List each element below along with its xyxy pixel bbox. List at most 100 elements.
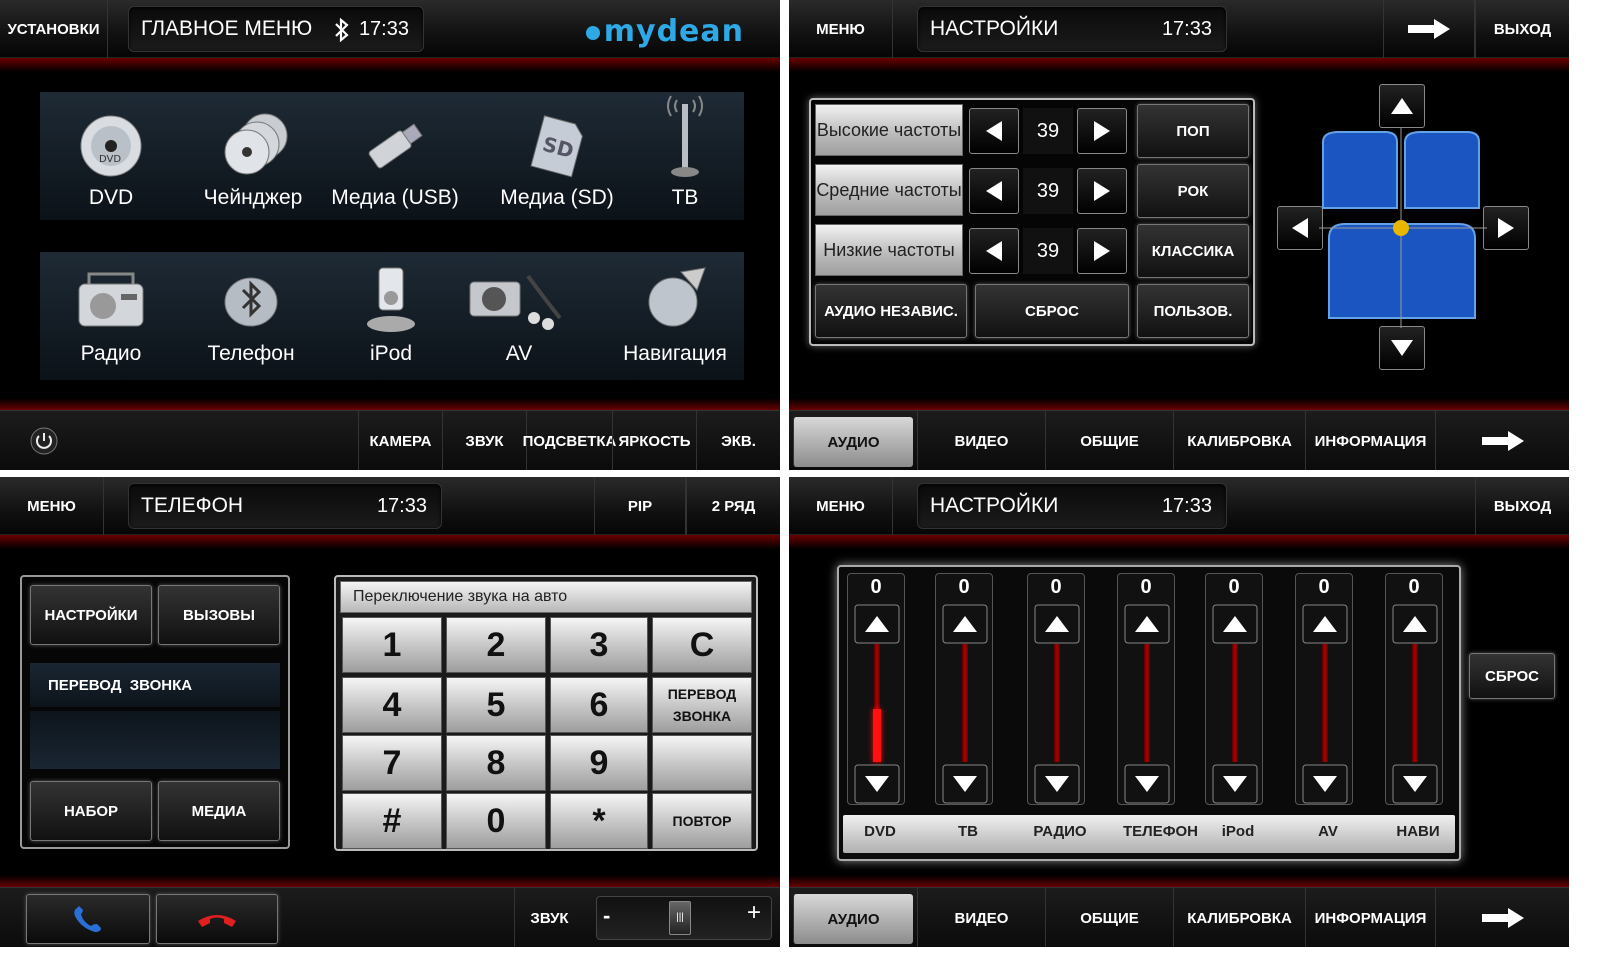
tab-general[interactable]: ОБЩИЕ	[1045, 888, 1173, 947]
tab-calibration[interactable]: КАЛИБРОВКА	[1173, 888, 1305, 947]
tab-information[interactable]: ИНФОРМАЦИЯ	[1305, 411, 1435, 470]
keypad-key[interactable]: #	[342, 793, 442, 849]
preset-user-button[interactable]: ПОЛЬЗОВ.	[1137, 284, 1249, 338]
bass-decrease-button[interactable]	[969, 228, 1019, 274]
keypad-key[interactable]: 8	[446, 735, 546, 791]
tab-video[interactable]: ВИДЕО	[917, 411, 1045, 470]
keypad-key[interactable]: ПЕРЕВОД ЗВОНКА	[652, 677, 752, 733]
exit-button[interactable]: ВЫХОД	[1475, 477, 1569, 535]
menu-item-changer[interactable]: Чейнджер	[188, 96, 318, 236]
treble-decrease-button[interactable]	[969, 108, 1019, 154]
balance-right-button[interactable]	[1483, 206, 1529, 250]
exit-button[interactable]: ВЫХОД	[1475, 0, 1569, 58]
preset-pop-button[interactable]: ПОП	[1137, 104, 1249, 158]
channel-down-button[interactable]	[942, 764, 988, 804]
next-page-button[interactable]	[1383, 0, 1475, 58]
channel-up-button[interactable]	[942, 604, 988, 644]
keypad-key[interactable]: 7	[342, 735, 442, 791]
fader-down-button[interactable]	[1379, 326, 1425, 370]
mid-increase-button[interactable]	[1077, 168, 1127, 214]
power-button[interactable]	[0, 411, 88, 470]
menu-button[interactable]: МЕНЮ	[0, 477, 104, 535]
channel-up-button[interactable]	[1034, 604, 1080, 644]
brightness-button[interactable]: ЯРКОСТЬ	[612, 411, 696, 470]
balance-left-button[interactable]	[1277, 206, 1323, 250]
treble-increase-button[interactable]	[1077, 108, 1127, 154]
list-item-call-transfer[interactable]: ПЕРЕВОД ЗВОНКА	[30, 663, 280, 707]
volume-slider[interactable]: - ||| +	[596, 896, 772, 940]
media-button[interactable]: МЕДИА	[158, 781, 280, 841]
bottom-bar: ЗВУК - ||| +	[0, 887, 780, 947]
equalizer-button[interactable]: ЭКВ.	[696, 411, 780, 470]
keypad-key[interactable]: ПОВТОР	[652, 793, 752, 849]
channel-up-button[interactable]	[1212, 604, 1258, 644]
keypad-key[interactable]	[652, 735, 752, 791]
channel-up-button[interactable]	[854, 604, 900, 644]
call-button[interactable]	[26, 894, 150, 944]
keypad-key[interactable]: 5	[446, 677, 546, 733]
reset-button[interactable]: СБРОС	[975, 284, 1129, 338]
keypad-key[interactable]: *	[550, 793, 648, 849]
channel-up-button[interactable]	[1124, 604, 1170, 644]
preset-rock-button[interactable]: РОК	[1137, 164, 1249, 218]
volume-plus[interactable]: +	[747, 899, 761, 927]
keypad-key[interactable]: 1	[342, 617, 442, 673]
menu-item-tv[interactable]: ТВ	[620, 76, 750, 216]
channel-up-button[interactable]	[1392, 604, 1438, 644]
tab-general[interactable]: ОБЩИЕ	[1045, 411, 1173, 470]
tab-audio[interactable]: АУДИО	[793, 417, 913, 467]
keypad-key[interactable]: 4	[342, 677, 442, 733]
tab-video[interactable]: ВИДЕО	[917, 888, 1045, 947]
menu-item-dvd[interactable]: DVD DVD	[46, 96, 176, 236]
channel-up-button[interactable]	[1302, 604, 1348, 644]
keypad-key[interactable]: C	[652, 617, 752, 673]
menu-item-usb[interactable]: Медиа (USB)	[330, 96, 460, 236]
volume-thumb[interactable]: |||	[669, 901, 691, 935]
tab-audio[interactable]: АУДИО	[793, 894, 913, 944]
keypad-key[interactable]: 3	[550, 617, 648, 673]
balance-point[interactable]	[1393, 220, 1409, 236]
second-row-button[interactable]: 2 РЯД	[686, 477, 780, 535]
backlight-button[interactable]: ПОДСВЕТКА	[523, 411, 616, 470]
keypad-key[interactable]: 2	[446, 617, 546, 673]
audio-independent-button[interactable]: АУДИО НЕЗАВИС.	[815, 284, 967, 338]
dial-button[interactable]: НАБОР	[30, 781, 152, 841]
radio-icon	[78, 272, 144, 327]
keypad-key[interactable]: 9	[550, 735, 648, 791]
sound-button[interactable]: ЗВУК	[514, 888, 584, 947]
fader-up-button[interactable]	[1379, 84, 1425, 128]
channel-down-button[interactable]	[1212, 764, 1258, 804]
tab-information[interactable]: ИНФОРМАЦИЯ	[1305, 888, 1435, 947]
bass-increase-button[interactable]	[1077, 228, 1127, 274]
channel-down-button[interactable]	[1392, 764, 1438, 804]
menu-item-phone[interactable]: Телефон	[186, 252, 316, 392]
channel-down-button[interactable]	[1034, 764, 1080, 804]
next-tab-button[interactable]	[1435, 411, 1569, 470]
calls-button[interactable]: ВЫЗОВЫ	[158, 585, 280, 645]
phone-settings-button[interactable]: НАСТРОЙКИ	[30, 585, 152, 645]
next-tab-button[interactable]	[1435, 888, 1569, 947]
hangup-button[interactable]	[156, 894, 278, 944]
menu-button[interactable]: МЕНЮ	[789, 0, 893, 58]
mid-decrease-button[interactable]	[969, 168, 1019, 214]
keypad-key[interactable]: 0	[446, 793, 546, 849]
sound-button[interactable]: ЗВУК	[442, 411, 526, 470]
camera-button[interactable]: КАМЕРА	[358, 411, 442, 470]
reset-button[interactable]: СБРОС	[1469, 653, 1555, 699]
channel-down-button[interactable]	[1302, 764, 1348, 804]
menu-item-navigation[interactable]: Навигация	[610, 252, 740, 392]
pip-button[interactable]: PIP	[594, 477, 686, 535]
menu-item-ipod[interactable]: iPod	[326, 252, 456, 392]
menu-item-radio[interactable]: Радио	[46, 252, 176, 392]
menu-item-sd[interactable]: SD Медиа (SD)	[492, 96, 622, 236]
volume-minus[interactable]: -	[603, 903, 610, 929]
keypad-key[interactable]: 6	[550, 677, 648, 733]
settings-button[interactable]: УСТАНОВКИ	[0, 0, 108, 58]
channel-down-button[interactable]	[854, 764, 900, 804]
tab-calibration[interactable]: КАЛИБРОВКА	[1173, 411, 1305, 470]
arrow-right-icon	[1481, 908, 1524, 928]
channel-down-button[interactable]	[1124, 764, 1170, 804]
menu-item-av[interactable]: AV	[454, 252, 584, 392]
preset-classic-button[interactable]: КЛАССИКА	[1137, 224, 1249, 278]
menu-button[interactable]: МЕНЮ	[789, 477, 893, 535]
